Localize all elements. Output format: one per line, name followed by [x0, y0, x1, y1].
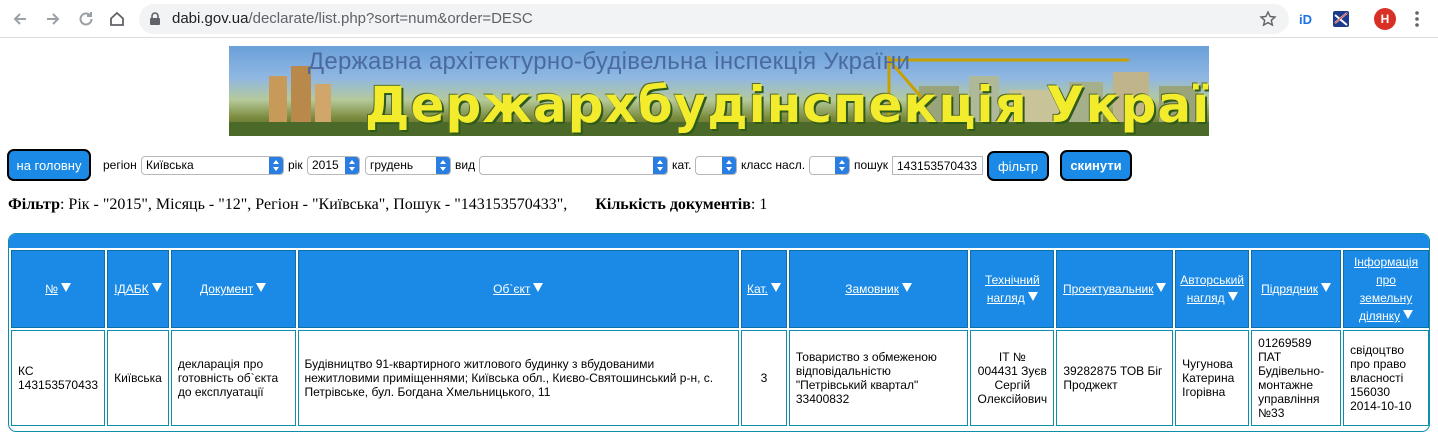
cell-document: декларація про готовність об`єкта до екс… — [170, 330, 296, 426]
menu-kebab-icon[interactable] — [1412, 9, 1422, 29]
type-label: вид — [455, 158, 476, 172]
col-header-num[interactable]: № — [11, 250, 106, 328]
select-arrows-icon — [436, 157, 450, 174]
document-count-value: : 1 — [750, 196, 768, 213]
site-banner: Державна архітектурно-будівельна інспекц… — [229, 46, 1209, 136]
filter-button[interactable]: фільтр — [987, 151, 1049, 181]
arrow-right-icon — [47, 13, 60, 25]
results-table-container: № ІДАБК Документ Об`єкт Кат. Замовник Те… — [8, 233, 1430, 432]
col-header-contractor[interactable]: Підрядник — [1251, 250, 1342, 328]
category-label: кат. — [672, 158, 692, 172]
col-header-idabk[interactable]: ІДАБК — [107, 250, 169, 328]
col-header-author-supervision[interactable]: Авторський нагляд — [1175, 250, 1250, 328]
col-header-category[interactable]: Кат. — [741, 250, 787, 328]
arrow-left-icon — [13, 13, 26, 25]
cell-category: 3 — [741, 330, 787, 426]
url-text: dabi.gov.ua/declarate/list.php?sort=num&… — [172, 10, 533, 27]
forward-button[interactable] — [42, 8, 64, 30]
sort-desc-icon — [151, 283, 162, 292]
class-label: класс насл. — [741, 158, 806, 172]
select-arrows-icon — [345, 157, 359, 174]
col-header-land-info[interactable]: Інформація про земельну ділянку — [1343, 250, 1429, 328]
cell-object: Будівництво 91-квартирного житлового буд… — [297, 330, 740, 426]
month-select[interactable]: грудень — [365, 156, 451, 175]
sort-desc-icon — [1403, 310, 1414, 319]
sort-desc-icon — [1227, 292, 1238, 301]
cell-author-supervision: Чугунова Катерина Ігорівна — [1175, 330, 1250, 426]
sort-desc-icon — [1321, 283, 1332, 292]
bookmark-star-icon[interactable] — [1259, 10, 1277, 28]
cell-num: КС 143153570433 — [11, 330, 106, 426]
reset-button[interactable]: скинути — [1060, 150, 1132, 181]
back-button[interactable] — [9, 8, 31, 30]
sort-desc-icon — [902, 283, 913, 292]
select-arrows-icon — [269, 157, 283, 174]
home-nav-button[interactable]: на головну — [7, 149, 91, 181]
extension-id-icon[interactable]: iD — [1298, 9, 1318, 29]
sort-desc-icon — [60, 283, 71, 292]
reload-icon — [79, 12, 93, 26]
table-header-row: № ІДАБК Документ Об`єкт Кат. Замовник Те… — [11, 250, 1429, 328]
profile-avatar[interactable]: H — [1374, 8, 1396, 30]
cell-idabk: Київська — [107, 330, 169, 426]
filter-summary: Фільтр: Рік - "2015", Місяць - "12", Рег… — [8, 196, 767, 214]
cell-customer: Товариство з обмеженою відповідальністю … — [788, 330, 969, 426]
sort-desc-icon — [256, 283, 267, 292]
type-select[interactable] — [479, 156, 668, 175]
banner-subtitle: Державна архітектурно-будівельна інспекц… — [307, 48, 911, 75]
browser-toolbar: dabi.gov.ua/declarate/list.php?sort=num&… — [0, 0, 1438, 38]
address-bar[interactable]: dabi.gov.ua/declarate/list.php?sort=num&… — [139, 4, 1289, 34]
svg-text:iD: iD — [1299, 12, 1312, 27]
sort-desc-icon — [1027, 292, 1038, 301]
select-arrows-icon — [835, 157, 849, 174]
year-label: рік — [288, 158, 303, 172]
results-table: № ІДАБК Документ Об`єкт Кат. Замовник Те… — [9, 248, 1429, 428]
home-button[interactable] — [106, 8, 128, 30]
region-label: регіон — [103, 158, 137, 172]
select-arrows-icon — [653, 157, 667, 174]
class-select[interactable] — [809, 156, 850, 175]
year-select[interactable]: 2015 — [307, 156, 360, 175]
cell-tech-supervision: ІТ № 004431 Зуєв Сергій Олексійович — [970, 330, 1055, 426]
region-select[interactable]: Київська — [141, 156, 284, 175]
search-input[interactable] — [892, 156, 983, 175]
cell-contractor: 01269589 ПАТ Будівельно-монтажне управлі… — [1251, 330, 1342, 426]
cell-land-info: свідоцтво про право власності 156030 201… — [1343, 330, 1429, 426]
sort-desc-icon — [1156, 283, 1167, 292]
sort-desc-icon — [533, 283, 544, 292]
table-row: КС 143153570433 Київська декларація про … — [11, 330, 1429, 426]
search-label: пошук — [854, 158, 889, 172]
col-header-object[interactable]: Об`єкт — [297, 250, 740, 328]
reload-button[interactable] — [75, 8, 97, 30]
filter-summary-text: : Рік - "2015", Місяць - "12", Регіон - … — [59, 196, 568, 213]
select-arrows-icon — [722, 157, 736, 174]
banner-title: Держархбудінспекція України — [365, 76, 1209, 134]
extension-flag-icon[interactable] — [1331, 9, 1351, 29]
filter-summary-label: Фільтр — [8, 196, 60, 213]
col-header-document[interactable]: Документ — [170, 250, 296, 328]
lock-icon — [150, 12, 160, 25]
cell-designer: 39282875 ТОВ Біг Проджект — [1056, 330, 1174, 426]
document-count-label: Кількість документів — [595, 196, 751, 213]
category-select[interactable] — [695, 156, 737, 175]
col-header-designer[interactable]: Проектувальник — [1056, 250, 1174, 328]
table-top-bar — [9, 234, 1429, 248]
col-header-tech-supervision[interactable]: Технічний нагляд — [970, 250, 1055, 328]
home-icon — [110, 11, 124, 26]
sort-desc-icon — [770, 283, 781, 292]
col-header-customer[interactable]: Замовник — [788, 250, 969, 328]
